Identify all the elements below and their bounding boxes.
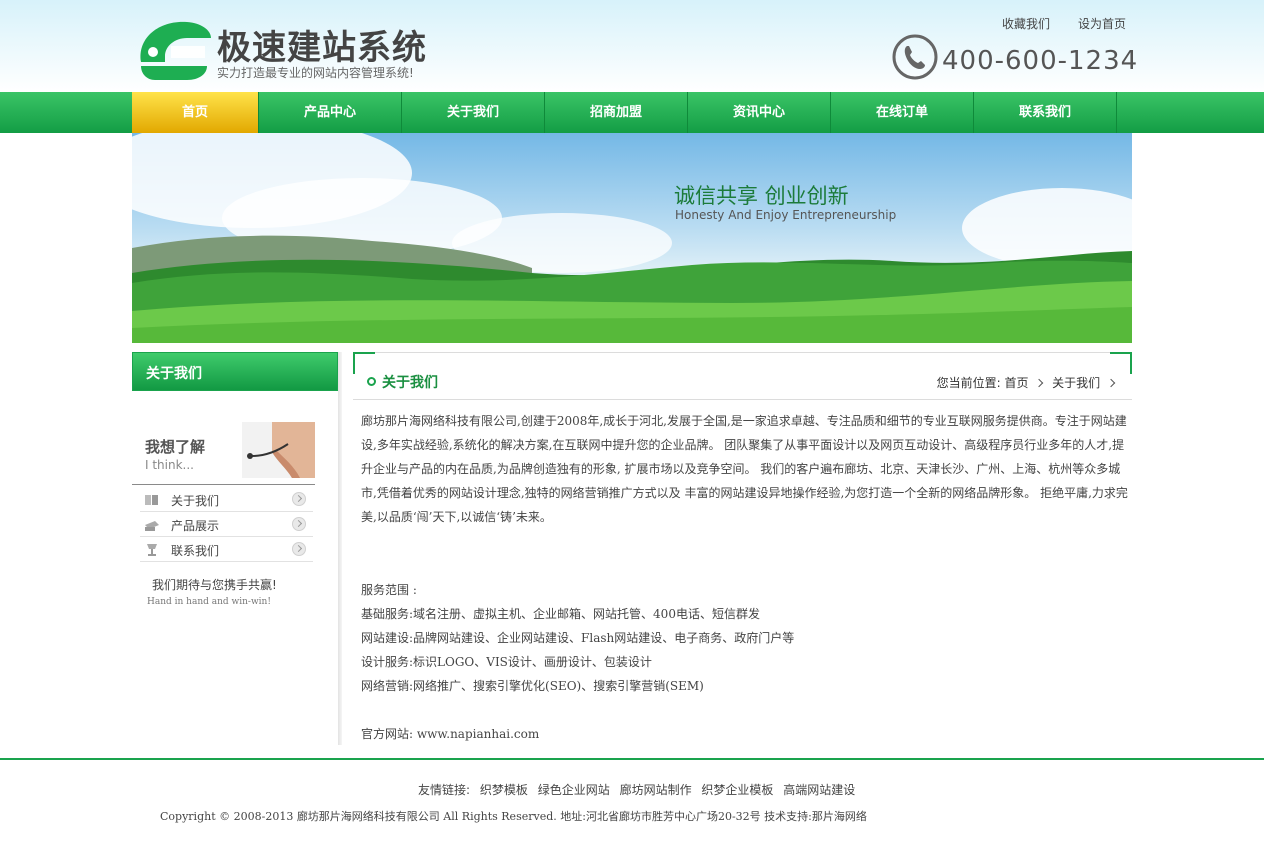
nav-item-products[interactable]: 产品中心: [259, 92, 402, 133]
service-line: 网站建设:品牌网站建设、企业网站建设、Flash网站建设、电子商务、政府门户等: [361, 631, 795, 645]
banner-subtitle: Honesty And Enjoy Entrepreneurship: [675, 208, 897, 222]
lamp-icon: [147, 544, 157, 556]
friend-link[interactable]: 织梦企业模板: [701, 783, 773, 797]
friend-link[interactable]: 高端网站建设: [783, 783, 855, 797]
book-icon: [145, 495, 158, 505]
think-banner: 我想了解 I think...: [132, 422, 315, 484]
set-homepage-link[interactable]: 设为首页: [1078, 15, 1126, 32]
banner: 诚信共享 创业创新 Honesty And Enjoy Entrepreneur…: [132, 133, 1132, 343]
site-logo[interactable]: 极速建站系统 实力打造最专业的网站内容管理系统!: [135, 16, 435, 86]
nav-item-news[interactable]: 资讯中心: [688, 92, 831, 133]
main-nav: 首页 产品中心 关于我们 招商加盟 资讯中心 在线订单 联系我们: [132, 92, 1117, 133]
divider: [353, 399, 1132, 400]
sidebar: 关于我们 我想了解 I think... 关于我们 产品展示 联系我们 我们期待…: [132, 352, 342, 745]
divider: [132, 484, 315, 485]
sidebar-slogan-en: Hand in hand and win-win!: [147, 597, 271, 607]
think-title: 我想了解: [145, 438, 206, 456]
friend-link[interactable]: 廊坊网站制作: [620, 783, 692, 797]
sidebar-item-label: 联系我们: [171, 544, 220, 558]
nav-item-contact[interactable]: 联系我们: [974, 92, 1117, 133]
corner-decoration: [1110, 352, 1132, 374]
sidebar-heading: 关于我们: [132, 352, 338, 391]
nav-item-franchise[interactable]: 招商加盟: [545, 92, 688, 133]
chevron-right-icon: [292, 492, 306, 506]
sidebar-item-products[interactable]: 产品展示: [140, 512, 313, 537]
think-subtitle: I think...: [145, 458, 194, 472]
banner-title: 诚信共享 创业创新: [674, 184, 849, 208]
friend-links-label: 友情链接:: [418, 783, 471, 797]
sidebar-item-about[interactable]: 关于我们: [140, 487, 313, 512]
logo-slogan: 实力打造最专业的网站内容管理系统!: [217, 66, 414, 80]
products-icon: [145, 521, 159, 531]
service-line: 基础服务:域名注册、虚拟主机、企业邮箱、网站托管、400电话、短信群发: [361, 607, 760, 621]
sidebar-item-contact[interactable]: 联系我们: [140, 537, 313, 562]
divider: [375, 352, 1110, 353]
sidebar-heading-label: 关于我们: [146, 366, 202, 382]
top-links: 收藏我们 设为首页: [1002, 15, 1132, 31]
breadcrumb-label: 您当前位置:: [936, 376, 1001, 390]
nav-item-home[interactable]: 首页: [132, 92, 259, 133]
bookmark-link[interactable]: 收藏我们: [1002, 15, 1050, 32]
chevron-right-icon: [292, 517, 306, 531]
logo-title: 极速建站系统: [217, 28, 427, 68]
copyright: Copyright © 2008-2013 廊坊那片海网络科技有限公司 All …: [160, 810, 867, 823]
service-heading: 服务范围 :: [361, 583, 417, 597]
chevron-right-icon: [1106, 378, 1116, 388]
nav-item-about[interactable]: 关于我们: [402, 92, 545, 133]
main-content: 关于我们 您当前位置: 首页 关于我们 廊坊那片海网络科技有限公司,创建于200…: [353, 352, 1132, 745]
phone-contact: 400-600-1234: [892, 34, 1137, 82]
chevron-right-icon: [1035, 378, 1044, 388]
friend-link[interactable]: 织梦模板: [480, 783, 528, 797]
landscape-illustration: [132, 133, 1132, 343]
official-website: 官方网站: www.napianhai.com: [361, 727, 540, 741]
phone-number: 400-600-1234: [942, 46, 1139, 76]
friend-links: 友情链接: 织梦模板 绿色企业网站 廊坊网站制作 织梦企业模板 高端网站建设: [418, 781, 855, 798]
nav-item-orders[interactable]: 在线订单: [831, 92, 974, 133]
intro-paragraph: 廊坊那片海网络科技有限公司,创建于2008年,成长于河北,发展于全国,是一家追求…: [361, 414, 1128, 524]
headset-person-icon: [242, 422, 315, 478]
phone-icon: [892, 34, 938, 80]
service-line: 网络营销:网络推广、搜索引擎优化(SEO)、搜索引擎营销(SEM): [361, 679, 704, 693]
breadcrumb-about[interactable]: 关于我们: [1052, 376, 1100, 390]
sidebar-item-label: 关于我们: [171, 494, 220, 508]
friend-link[interactable]: 绿色企业网站: [538, 783, 610, 797]
page-title: 关于我们: [382, 375, 438, 391]
sidebar-item-label: 产品展示: [171, 519, 220, 533]
breadcrumb: 您当前位置: 首页 关于我们: [937, 374, 1120, 391]
train-logo-icon: [140, 21, 211, 80]
footer-divider: [0, 758, 1264, 760]
breadcrumb-home[interactable]: 首页: [1004, 376, 1028, 390]
service-line: 设计服务:标识LOGO、VIS设计、画册设计、包装设计: [361, 655, 652, 669]
corner-decoration: [353, 352, 375, 374]
bullet-icon: [367, 377, 376, 386]
chevron-right-icon: [292, 542, 306, 556]
sidebar-slogan: 我们期待与您携手共赢!: [152, 578, 277, 592]
